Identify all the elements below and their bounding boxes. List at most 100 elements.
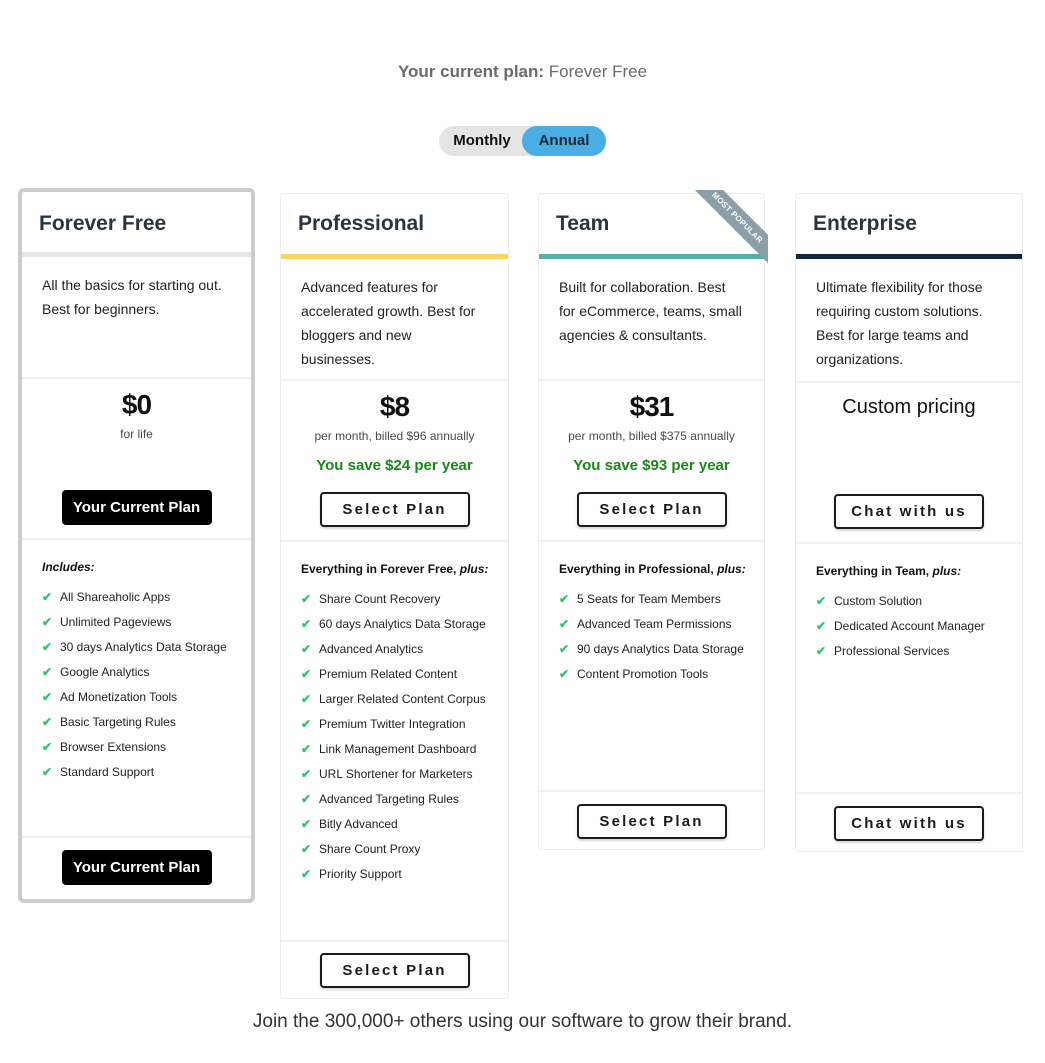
plan-header: Team	[539, 194, 764, 254]
plan-features: Includes: ✔ All Shareaholic Apps ✔ Unlimite…	[22, 540, 251, 836]
feature-label: 60 days Analytics Data Storage	[319, 617, 486, 631]
feature-item: ✔ 90 days Analytics Data Storage	[559, 640, 764, 659]
feature-label: Custom Solution	[834, 594, 923, 608]
plan-title: Professional	[298, 212, 425, 235]
feature-item: ✔ Basic Targeting Rules	[42, 713, 251, 732]
feature-item: ✔ URL Shortener for Marketers	[301, 765, 508, 784]
feature-item: ✔ Google Analytics	[42, 663, 251, 682]
feature-label: Advanced Team Permissions	[577, 617, 732, 631]
check-icon: ✔	[301, 767, 312, 781]
plan-price: $31	[629, 391, 675, 422]
current-plan-indicator: Your current plan: Forever Free	[0, 62, 1045, 82]
check-icon: ✔	[301, 867, 312, 881]
check-icon: ✔	[42, 590, 53, 604]
toggle-option-annual[interactable]: Annual	[522, 126, 606, 156]
select-plan-button[interactable]: Select Plan	[576, 492, 727, 527]
chat-with-us-button[interactable]: Chat with us	[834, 494, 984, 529]
check-icon: ✔	[301, 592, 312, 606]
your-current-plan-button-bottom[interactable]: Your Current Plan	[61, 850, 212, 885]
feature-item: ✔ Link Management Dashboard	[301, 740, 508, 759]
check-icon: ✔	[301, 742, 312, 756]
check-icon: ✔	[301, 667, 312, 681]
feature-label: Link Management Dashboard	[319, 742, 477, 756]
check-icon: ✔	[301, 617, 312, 631]
check-icon: ✔	[42, 765, 53, 779]
check-icon: ✔	[816, 619, 827, 633]
check-icon: ✔	[42, 690, 53, 704]
feature-label: Content Promotion Tools	[577, 667, 709, 681]
footer-tagline: Join the 300,000+ others using our softw…	[252, 1011, 793, 1032]
feature-label: Bitly Advanced	[319, 817, 398, 831]
feature-label: Advanced Analytics	[319, 642, 424, 656]
select-plan-button-bottom[interactable]: Select Plan	[576, 804, 727, 839]
check-icon: ✔	[559, 642, 570, 656]
features-heading: Everything in Team, plus:	[816, 564, 962, 578]
plan-title: Forever Free	[39, 212, 167, 235]
feature-item: ✔ Priority Support	[301, 865, 508, 884]
feature-list: ✔ Share Count Recovery ✔ 60 days Analytics …	[301, 590, 508, 884]
plan-description: Ultimate flexibility for those requiring…	[816, 279, 983, 367]
feature-item: ✔ Advanced Team Permissions	[559, 615, 764, 634]
feature-item: ✔ Share Count Recovery	[301, 590, 508, 609]
feature-label: Unlimited Pageviews	[60, 615, 172, 629]
plan-price: $0	[121, 389, 152, 420]
plan-card-professional: Professional Advanced features for accel…	[280, 193, 509, 999]
check-icon: ✔	[301, 792, 312, 806]
feature-label: Dedicated Account Manager	[834, 619, 985, 633]
check-icon: ✔	[301, 717, 312, 731]
features-heading: Includes:	[42, 560, 95, 574]
feature-item: ✔ Content Promotion Tools	[559, 665, 764, 684]
select-plan-button[interactable]: Select Plan	[319, 492, 470, 527]
feature-label: All Shareaholic Apps	[60, 590, 171, 604]
feature-item: ✔ Premium Twitter Integration	[301, 715, 508, 734]
current-plan-label: Your current plan:	[397, 62, 545, 81]
plan-description: Built for collaboration. Best for eComme…	[559, 279, 742, 343]
plan-features: Everything in Professional, plus: ✔ 5 Sea…	[539, 542, 764, 790]
feature-label: Ad Monetization Tools	[60, 690, 178, 704]
toggle-option-monthly[interactable]: Monthly	[439, 126, 525, 156]
feature-label: Priority Support	[319, 867, 402, 881]
check-icon: ✔	[301, 692, 312, 706]
feature-item: ✔ Professional Services	[816, 642, 1022, 661]
plan-price-note: per month, billed $96 annually	[314, 429, 475, 443]
feature-item: ✔ 30 days Analytics Data Storage	[42, 638, 251, 657]
check-icon: ✔	[42, 715, 53, 729]
select-plan-button-bottom[interactable]: Select Plan	[319, 953, 470, 988]
current-plan-value: Forever Free	[548, 62, 648, 81]
check-icon: ✔	[301, 842, 312, 856]
check-icon: ✔	[42, 665, 53, 679]
feature-label: Browser Extensions	[60, 740, 167, 754]
plan-title: Team	[556, 212, 610, 235]
check-icon: ✔	[301, 642, 312, 656]
plan-savings: You save $24 per year	[316, 457, 473, 474]
feature-label: Premium Related Content	[319, 667, 458, 681]
feature-label: 30 days Analytics Data Storage	[60, 640, 227, 654]
feature-label: 5 Seats for Team Members	[577, 592, 721, 606]
check-icon: ✔	[42, 640, 53, 654]
feature-label: Larger Related Content Corpus	[319, 692, 486, 706]
billing-period-toggle[interactable]: Monthly Annual	[439, 126, 606, 156]
plan-price-note: per month, billed $375 annually	[568, 429, 735, 443]
plan-description: All the basics for starting out. Best fo…	[42, 277, 222, 317]
plan-pricing: $31 per month, billed $375 annually You …	[539, 381, 764, 540]
features-heading: Everything in Professional, plus:	[559, 562, 746, 576]
plan-card-enterprise: Enterprise Ultimate flexibility for thos…	[795, 193, 1023, 852]
feature-list: ✔ All Shareaholic Apps ✔ Unlimited Pageview…	[42, 588, 251, 782]
feature-item: ✔ Unlimited Pageviews	[42, 613, 251, 632]
check-icon: ✔	[42, 615, 53, 629]
plan-price-note: for life	[120, 427, 153, 441]
feature-item: ✔ Premium Related Content	[301, 665, 508, 684]
plan-card-team: MOST POPULAR Team Built for collaboratio…	[538, 190, 768, 850]
plan-pricing: $0 for life Your Current Plan	[22, 379, 251, 538]
check-icon: ✔	[816, 594, 827, 608]
your-current-plan-button[interactable]: Your Current Plan	[61, 490, 212, 525]
feature-item: ✔ Standard Support	[42, 763, 251, 782]
feature-label: Advanced Targeting Rules	[319, 792, 459, 806]
check-icon: ✔	[42, 740, 53, 754]
chat-with-us-button-bottom[interactable]: Chat with us	[834, 806, 984, 841]
plan-pricing: $8 per month, billed $96 annually You sa…	[281, 381, 508, 540]
feature-label: URL Shortener for Marketers	[319, 767, 473, 781]
plan-title: Enterprise	[813, 212, 917, 235]
check-icon: ✔	[559, 617, 570, 631]
plan-pricing: Custom pricing Chat with us	[796, 383, 1022, 542]
